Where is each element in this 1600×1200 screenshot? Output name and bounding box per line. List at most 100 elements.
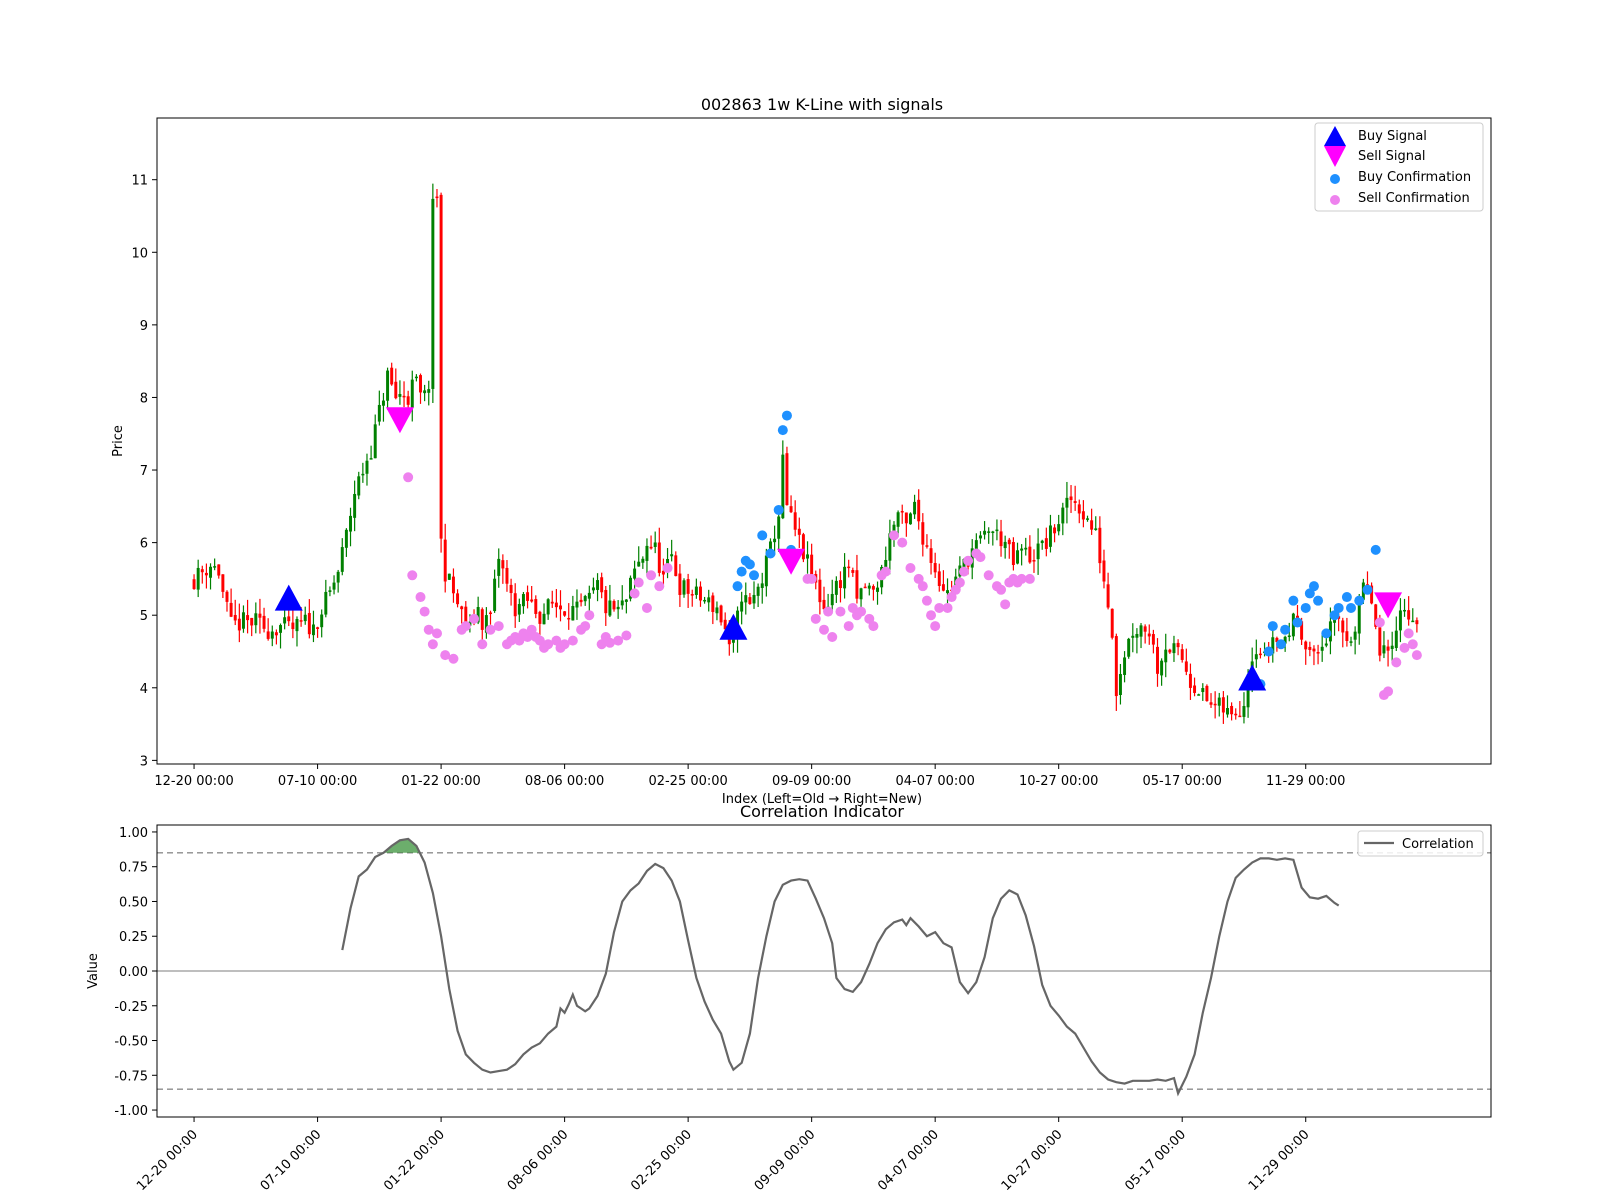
candle-down xyxy=(863,586,867,589)
candle-down xyxy=(530,599,534,602)
kline-y-tick-label: 4 xyxy=(140,682,148,697)
buy-confirmation-point xyxy=(1280,624,1291,635)
sell-confirmation-point xyxy=(958,566,969,577)
candle-up xyxy=(1320,646,1324,651)
candle-down xyxy=(1378,627,1382,656)
legend-buy-confirmation-label: Buy Confirmation xyxy=(1358,170,1471,185)
candle-down xyxy=(1044,538,1048,549)
buy-confirmation-point xyxy=(1341,592,1352,603)
candle-up xyxy=(987,531,991,533)
candle-down xyxy=(266,631,270,639)
candle-up xyxy=(641,558,645,563)
sell-confirmation-point xyxy=(493,621,504,632)
candle-down xyxy=(538,611,542,624)
sell-confirmation-point xyxy=(419,606,430,617)
candle-down xyxy=(937,571,941,586)
sell-confirmation-point xyxy=(921,595,932,606)
candle-down xyxy=(690,594,694,596)
candle-down xyxy=(871,586,875,590)
kline-x-tick-label: 09-09 00:00 xyxy=(772,774,851,789)
sell-confirmation-point xyxy=(654,581,665,592)
candle-up xyxy=(843,566,847,589)
candle-down xyxy=(818,579,822,603)
sell-confirmation-point xyxy=(888,530,899,541)
candle-up xyxy=(1094,528,1098,530)
correlation-y-tick-label: -0.75 xyxy=(114,1069,148,1084)
sell-confirmation-point xyxy=(996,584,1007,595)
correlation-y-tick-label: -0.25 xyxy=(114,1000,148,1015)
candle-up xyxy=(744,595,748,603)
kline-x-tick-label: 11-29 00:00 xyxy=(1266,774,1345,789)
candle-up xyxy=(386,370,390,401)
candle-up xyxy=(624,599,628,602)
candle-up xyxy=(1226,708,1229,715)
candle-down xyxy=(451,576,455,594)
buy-confirmation-point xyxy=(1354,595,1365,606)
candle-up xyxy=(1123,657,1127,675)
candle-up xyxy=(1040,540,1044,544)
candle-up xyxy=(270,631,274,639)
sell-confirmation-point xyxy=(806,573,817,584)
sell-confirmation-point xyxy=(460,621,471,632)
candle-up xyxy=(357,476,361,496)
candle-up xyxy=(633,568,637,579)
kline-x-tick-label: 05-17 00:00 xyxy=(1143,774,1222,789)
sell-confirmation-point xyxy=(954,577,965,588)
candle-up xyxy=(670,554,674,557)
sell-confirmation-point xyxy=(1000,599,1011,610)
candle-down xyxy=(217,564,221,576)
sell-confirmation-point xyxy=(1411,650,1422,661)
legend-sell-signal-label: Sell Signal xyxy=(1358,149,1426,164)
candle-down xyxy=(925,545,929,547)
candle-down xyxy=(1258,653,1262,656)
sell-confirmation-point xyxy=(963,555,974,566)
kline-y-tick-label: 10 xyxy=(131,246,148,261)
kline-x-tick-label: 12-20 00:00 xyxy=(154,774,233,789)
figure: 002863 1w K-Line with signals 3 4 5 6 7 8 9 10 1… xyxy=(0,0,1600,1200)
candle-up xyxy=(1353,631,1357,640)
candle-down xyxy=(435,196,439,199)
candle-down xyxy=(456,593,460,605)
sell-confirmation-point xyxy=(926,610,937,621)
candle-up xyxy=(1172,643,1176,654)
candle-up xyxy=(608,600,612,616)
candle-down xyxy=(1184,661,1188,672)
candle-up xyxy=(1020,548,1024,551)
correlation-y-tick-label: 0.75 xyxy=(119,861,148,876)
candle-down xyxy=(1098,527,1102,564)
candle-up xyxy=(1036,543,1040,560)
candle-down xyxy=(402,395,406,398)
candle-down xyxy=(287,616,291,622)
candle-up xyxy=(867,585,871,589)
candle-down xyxy=(1308,646,1312,650)
buy-confirmation-point xyxy=(732,581,743,592)
candle-up xyxy=(876,587,880,592)
buy-confirmation-point xyxy=(773,504,784,515)
candle-down xyxy=(526,592,530,601)
sell-confirmation-point xyxy=(584,610,595,621)
candle-up xyxy=(1065,497,1069,508)
candle-up xyxy=(546,599,550,615)
sell-confirmation-point xyxy=(633,577,644,588)
candle-down xyxy=(262,615,266,629)
candle-up xyxy=(682,580,686,595)
candle-up xyxy=(773,538,777,543)
candle-up xyxy=(431,198,435,389)
candle-up xyxy=(373,424,377,459)
buy-confirmation-point xyxy=(1308,581,1319,592)
sell-confirmation-point xyxy=(477,639,488,650)
candle-up xyxy=(1016,550,1019,564)
sell-confirmation-point xyxy=(868,621,879,632)
candle-down xyxy=(258,613,262,618)
sell-confirmation-point xyxy=(880,566,891,577)
candle-down xyxy=(1180,649,1184,660)
candle-up xyxy=(1135,633,1139,638)
sell-confirmation-point xyxy=(1374,617,1385,628)
candle-down xyxy=(406,396,410,405)
candle-up xyxy=(694,586,698,595)
candle-up xyxy=(423,390,427,394)
candle-down xyxy=(657,542,661,573)
kline-y-tick-label: 9 xyxy=(140,319,148,334)
sell-confirmation-point xyxy=(407,570,418,581)
candle-up xyxy=(1287,635,1291,638)
